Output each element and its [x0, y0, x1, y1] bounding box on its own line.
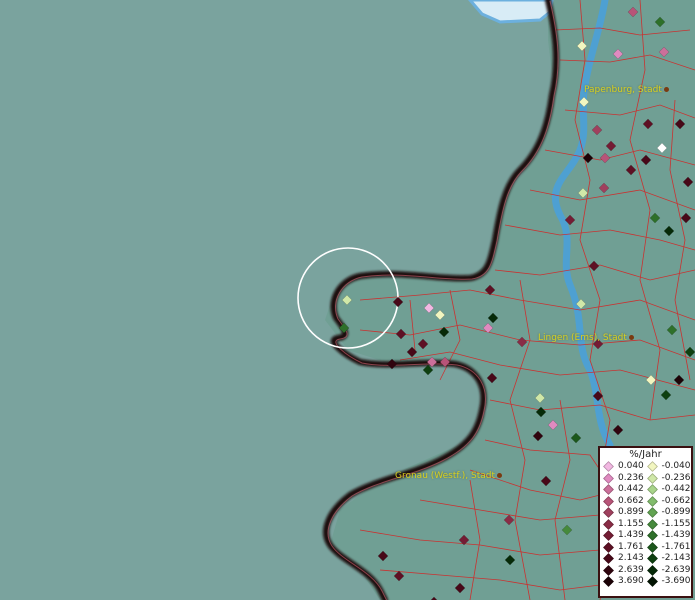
legend-label: 2.639 — [618, 564, 644, 575]
legend-label: -0.662 — [661, 495, 691, 506]
legend-swatch — [646, 495, 658, 507]
legend-swatch — [646, 507, 658, 519]
legend-swatch — [603, 461, 614, 473]
legend-swatch — [603, 472, 614, 484]
legend-label: -2.143 — [661, 553, 691, 563]
legend-item: -3.690 — [646, 576, 692, 588]
legend-label: -0.899 — [661, 507, 691, 517]
legend-label: 0.040 — [618, 461, 644, 471]
legend-swatch — [646, 472, 658, 484]
legend-swatch — [646, 541, 658, 553]
legend-item: -1.439 — [646, 530, 692, 542]
legend-item: 1.761 — [603, 541, 648, 554]
legend-positive-column: 0.040 0.236 0.442 0.662 0.899 1.155 1.439 1.761… — [603, 461, 648, 588]
legend-label: 1.155 — [618, 518, 644, 529]
legend-label: -3.690 — [661, 576, 691, 586]
legend-label: -0.236 — [661, 472, 691, 483]
legend-label: 1.439 — [618, 530, 644, 540]
legend-label: 0.899 — [618, 507, 644, 517]
legend-item: 0.040 — [603, 461, 648, 473]
legend-label: 2.143 — [618, 553, 644, 563]
legend-item: 0.899 — [603, 507, 648, 519]
legend-label: -2.639 — [661, 564, 691, 575]
legend-item: 2.143 — [603, 553, 648, 565]
map-view[interactable]: Papenburg, Stadt Lingen (Ems), Stadt Gro… — [0, 0, 695, 600]
legend-item: -0.442 — [646, 484, 692, 496]
legend-swatch — [603, 495, 614, 507]
legend-swatch — [603, 518, 614, 530]
legend-label: -1.439 — [661, 530, 691, 540]
legend-item: 0.442 — [603, 484, 648, 496]
legend-item: 0.236 — [603, 472, 648, 485]
legend-item: -2.639 — [646, 564, 692, 577]
legend-label: 1.761 — [618, 541, 644, 552]
legend-label: 3.690 — [618, 576, 644, 586]
legend-item: -1.761 — [646, 541, 692, 554]
legend-label: -1.155 — [661, 518, 691, 529]
legend-label: 0.662 — [618, 495, 644, 506]
legend-item: -1.155 — [646, 518, 692, 531]
legend-swatch — [603, 553, 614, 565]
legend-negative-column: -0.040 -0.236 -0.442 -0.662 -0.899 -1.155 -1.4… — [646, 461, 692, 588]
legend-swatch — [646, 518, 658, 530]
legend-swatch — [646, 564, 658, 576]
legend-label: -0.442 — [661, 484, 691, 494]
legend-label: 0.442 — [618, 484, 644, 494]
legend-title: %/Jahr — [629, 449, 662, 460]
map-canvas[interactable] — [0, 0, 695, 600]
legend-swatch — [603, 484, 614, 496]
legend-item: -0.662 — [646, 495, 692, 508]
legend-item: -0.040 — [646, 461, 692, 473]
legend-swatch — [603, 564, 614, 576]
legend-label: -1.761 — [661, 541, 691, 552]
legend-swatch — [603, 530, 614, 542]
legend-item: 0.662 — [603, 495, 648, 508]
legend-swatch — [646, 461, 658, 473]
legend-label: -0.040 — [661, 461, 691, 471]
legend-swatch — [646, 484, 658, 496]
legend-item: -2.143 — [646, 553, 692, 565]
legend-item: -0.899 — [646, 507, 692, 519]
legend-swatch — [603, 507, 614, 519]
legend-swatch — [603, 576, 614, 588]
legend-swatch — [646, 530, 658, 542]
legend-item: 3.690 — [603, 576, 648, 588]
legend-swatch — [646, 553, 658, 565]
legend-item: -0.236 — [646, 472, 692, 485]
legend-item: 1.439 — [603, 530, 648, 542]
legend-item: 2.639 — [603, 564, 648, 577]
legend: %/Jahr 0.040 0.236 0.442 0.662 0.899 1.155 1.4… — [598, 446, 693, 598]
legend-swatch — [646, 576, 658, 588]
legend-label: 0.236 — [618, 472, 644, 483]
legend-swatch — [603, 541, 614, 553]
legend-item: 1.155 — [603, 518, 648, 531]
